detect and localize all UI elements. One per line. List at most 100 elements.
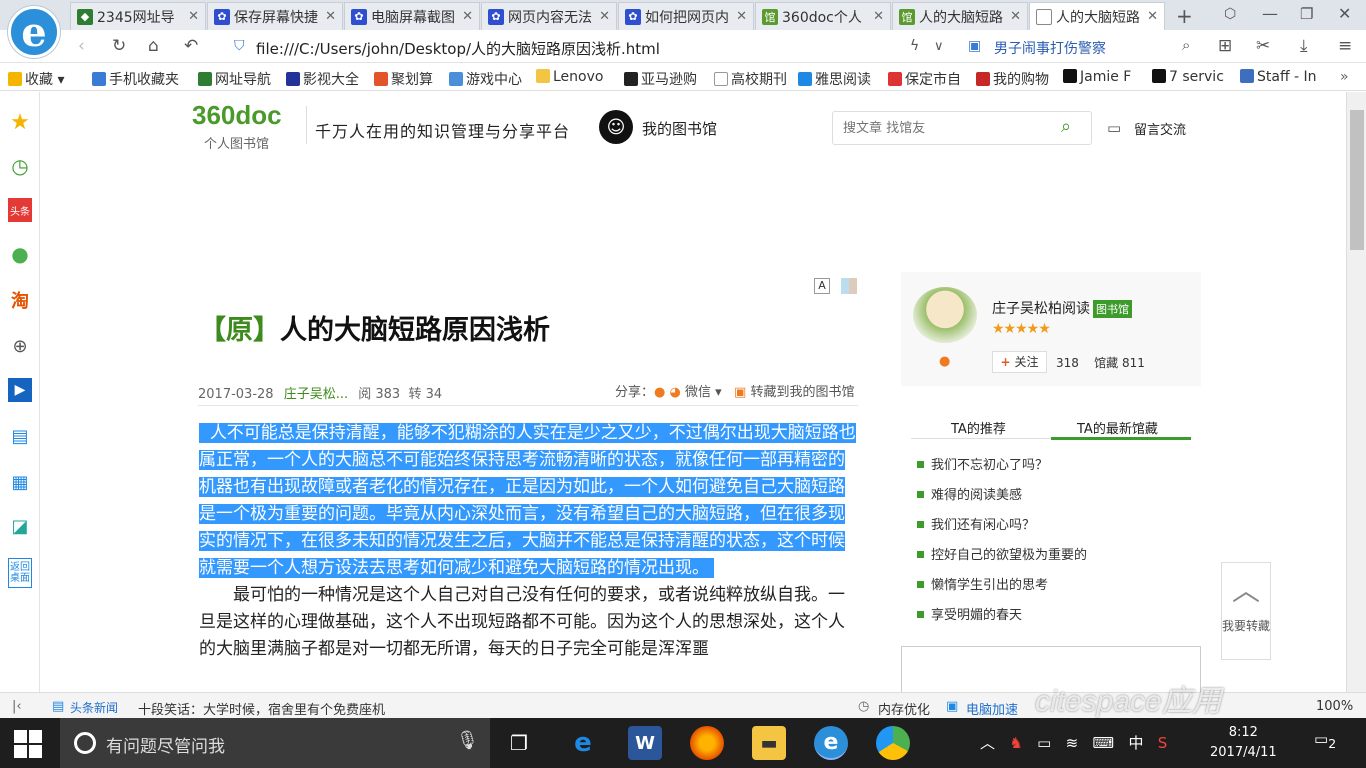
menu-icon[interactable]: ≡ [1338,36,1352,56]
bookmark-item[interactable]: 保定市自 [888,69,961,89]
close-window-icon[interactable]: ✕ [1338,4,1351,23]
keyboard-icon[interactable]: ⌨ [1092,734,1114,752]
gamepad-icon[interactable]: ⊕ [8,334,32,358]
chevron-up-icon[interactable]: ︿ [980,734,995,752]
bookmark-item[interactable]: Lenovo [536,69,603,85]
360-icon[interactable] [876,726,910,760]
tab-8-active[interactable]: 人的大脑短路 ✕ [1029,2,1165,30]
close-icon[interactable]: ✕ [325,9,336,24]
list-item[interactable]: 控好自己的欲望极为重要的 [917,544,1087,563]
tab-recommend[interactable]: TA的推荐 [951,418,1006,437]
search-input[interactable] [832,111,1092,145]
comment-icon[interactable]: ● [939,354,950,369]
wechat-icon[interactable]: ◕ [670,385,681,400]
user-avatar-icon[interactable]: ☺ [599,110,633,144]
tab-1[interactable]: ◆ 2345网址导 ✕ [70,2,206,30]
bookmark-item[interactable]: Jamie F [1063,69,1131,85]
microphone-icon[interactable]: 🎙 [456,730,479,751]
cortana-search[interactable]: 有问题尽管问我 🎙 [60,718,490,768]
bookmark-item[interactable]: 雅思阅读 [798,69,871,89]
bookmark-favorites[interactable]: 收藏 ▾ [8,69,64,89]
news-label[interactable]: 头条新闻 [70,699,118,716]
star-icon[interactable]: ★ [8,110,32,135]
lightning-icon[interactable]: ϟ [910,38,919,54]
battery-icon[interactable]: ▭ [1037,734,1051,752]
video-icon[interactable]: ▶ [8,378,32,402]
computer-icon[interactable]: ▤ [8,424,32,448]
calculator-icon[interactable]: ▦ [8,470,32,494]
news-ticker[interactable]: 十段笑话：大学时候，宿舍里有个免费座机 [138,699,385,718]
close-icon[interactable]: ✕ [1010,9,1021,24]
close-icon[interactable]: ✕ [873,9,884,24]
file-explorer-icon[interactable]: ▬ [752,726,786,760]
bookmark-item[interactable]: 7 servic [1152,69,1224,85]
list-item[interactable]: 懒惰学生引出的思考 [917,574,1048,593]
apps-icon[interactable]: ⊞ [1218,36,1232,56]
pc-speed[interactable]: 电脑加速 [966,699,1018,718]
browser-logo-icon[interactable]: e [8,6,60,58]
close-icon[interactable]: ✕ [462,9,473,24]
search-icon[interactable]: ⌕ [1061,116,1071,137]
close-icon[interactable]: ✕ [1147,9,1158,24]
wechat-share-button[interactable]: 微信 [685,385,711,400]
search-icon[interactable]: ⌕ [1182,36,1190,54]
tab-3[interactable]: ✿ 电脑屏幕截图 ✕ [344,2,480,30]
bookmark-item[interactable]: Staff - In [1240,69,1317,85]
browser-taskbar-icon[interactable]: e [814,726,848,760]
url-field[interactable]: file:///C:/Users/john/Desktop/人的大脑短路原因浅析… [256,38,660,59]
bookmark-item[interactable]: 游戏中心 [449,69,522,89]
memory-optimize[interactable]: 内存优化 [878,699,930,718]
close-icon[interactable]: ✕ [188,9,199,24]
clock[interactable]: 8:12 2017/4/11 [1210,723,1277,763]
tab-2[interactable]: ✿ 保存屏幕快捷 ✕ [207,2,343,30]
author-link[interactable]: 庄子吴松... [284,387,348,402]
list-item[interactable]: 难得的阅读美感 [917,484,1022,503]
clock-icon[interactable]: ◷ [8,154,32,178]
ime-indicator[interactable]: 中 [1128,734,1143,752]
bookmark-item[interactable]: 影视大全 [286,69,359,89]
author-name[interactable]: 庄子吴松柏阅读 图书馆 [992,298,1132,318]
bookmark-item[interactable]: 手机收藏夹 [92,69,179,89]
return-desktop-button[interactable]: 返回桌面 [8,558,32,588]
tab-6[interactable]: 馆 360doc个人 ✕ [755,2,891,30]
bookmark-item[interactable]: 聚划算 [374,69,433,89]
toutiao-icon[interactable]: 头条 [8,198,32,222]
new-tab-icon[interactable]: + [1176,4,1193,28]
wifi-icon[interactable]: ≋ [1066,734,1079,752]
bookmark-item[interactable]: 我的购物 [976,69,1049,89]
skin-icon[interactable]: ⬡ [1224,6,1236,22]
tab-7[interactable]: 馆人的大脑短路 ✕ [892,2,1028,30]
scissors-icon[interactable]: ✂ [1256,36,1270,56]
search-suggestion[interactable]: 男子闹事打伤警察 [994,38,1106,58]
bookmark-item[interactable]: 亚马逊购 [624,69,697,89]
sogou-icon[interactable]: S [1158,734,1168,752]
task-view-icon[interactable]: ❐ [502,726,536,760]
collect-button[interactable]: ▣ 转藏到我的图书馆 [734,381,854,400]
more-bookmarks-icon[interactable]: » [1340,69,1349,85]
list-item[interactable]: 享受明媚的春天 [917,604,1022,623]
site-logo[interactable]: 360doc [192,100,282,131]
chevron-left-icon[interactable]: |‹ [12,699,22,714]
windows-start-icon[interactable] [14,730,42,758]
firefox-icon[interactable] [690,726,724,760]
my-library-link[interactable]: 我的图书馆 [642,118,717,139]
message-link[interactable]: 留言交流 [1134,119,1186,138]
undo-icon[interactable]: ↶ [184,36,198,56]
wechat-icon[interactable]: ● [8,242,32,266]
author-avatar[interactable] [913,287,977,343]
tab-5[interactable]: ✿ 如何把网页内 ✕ [618,2,754,30]
font-size-button[interactable]: A [814,278,830,294]
download-icon[interactable]: ⤓ [1300,36,1308,56]
bookmark-item[interactable]: 网址导航 [198,69,271,89]
close-icon[interactable]: ✕ [736,9,747,24]
word-icon[interactable]: W [628,726,662,760]
close-icon[interactable]: ✕ [599,9,610,24]
notebook-icon[interactable]: ◪ [8,514,32,538]
follow-button[interactable]: + 关注 [992,351,1047,373]
list-item[interactable]: 我们还有闲心吗？ [917,514,1035,533]
zoom-level[interactable]: 100% [1316,699,1353,714]
list-item[interactable]: 我们不忘初心了吗？ [917,454,1048,473]
home-icon[interactable]: ⌂ [148,36,159,56]
tab-4[interactable]: ✿ 网页内容无法 ✕ [481,2,617,30]
back-icon[interactable]: ‹ [78,36,85,56]
